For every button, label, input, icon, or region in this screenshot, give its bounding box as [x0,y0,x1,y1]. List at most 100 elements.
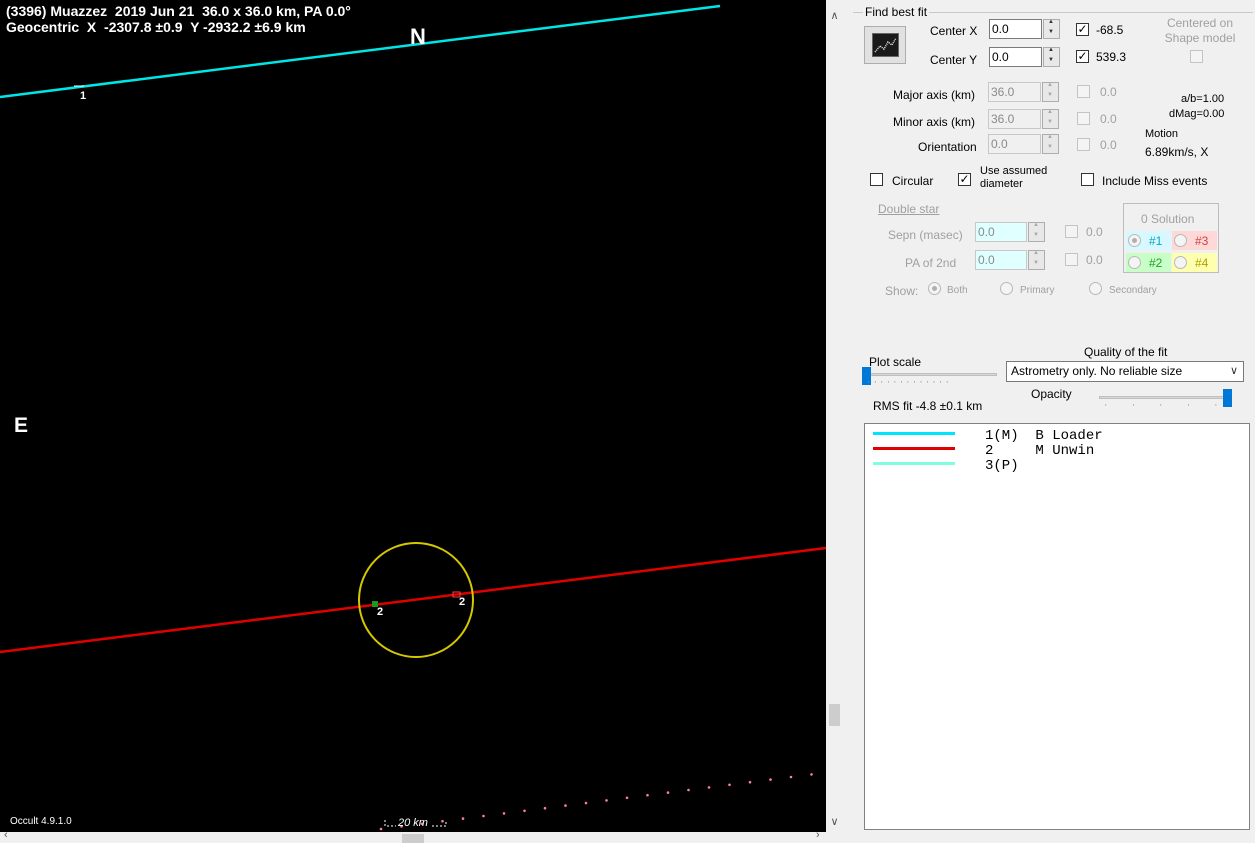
center-y-spinner[interactable] [1043,47,1060,67]
minor-axis-checkbox[interactable] [1077,112,1090,125]
plot-scale-label: Plot scale [869,355,922,369]
centered-on-shape-label: Centered on Shape model [1164,16,1236,45]
orientation-field[interactable]: 0.0 [988,134,1041,154]
centered-on-shape-checkbox[interactable] [1190,50,1203,63]
plot-title-line2: Geocentric X -2307.8 ±0.9 Y -2932.2 ±6.9… [6,19,306,35]
opacity-label: Opacity [1031,387,1072,401]
major-axis-field[interactable]: 36.0 [988,82,1041,102]
scale-bar-end [432,820,447,827]
sepn-checkbox[interactable] [1065,225,1078,238]
path-dot [584,801,588,805]
center-x-spinner[interactable] [1043,19,1060,39]
path-dot [564,804,567,807]
include-miss-label: Include Miss events [1102,174,1208,188]
fit-chart-icon [872,33,899,57]
legend-line-3 [873,462,955,465]
solution-2-option[interactable]: #2 [1126,253,1171,272]
dmag-value: dMag=0.00 [1169,108,1225,120]
minor-axis-field[interactable]: 36.0 [988,109,1041,129]
orientation-checkbox[interactable] [1077,138,1090,151]
quality-value: Astrometry only. No reliable size [1011,364,1183,378]
scale-bar [384,820,396,827]
path-dot [748,780,752,784]
scroll-thumb[interactable] [829,704,840,726]
show-both-radio[interactable] [928,282,941,295]
find-best-fit-button[interactable] [864,26,906,64]
path-dot [461,817,465,820]
center-y-field[interactable]: 0.0 [989,47,1042,67]
path-dot [666,791,670,794]
include-miss-checkbox[interactable] [1081,173,1094,186]
center-x-checkbox[interactable]: ✓ [1076,23,1089,36]
pa-2nd-field[interactable]: 0.0 [975,250,1027,270]
path-dot [707,786,711,789]
scroll-right-icon[interactable]: › [816,829,820,841]
show-secondary-radio[interactable] [1089,282,1102,295]
path-dot [605,799,608,802]
version-label: Occult 4.9.1.0 [10,816,72,827]
plot-scale-ticks: ''''''''''''' [868,380,953,389]
rms-fit-label: RMS fit -4.8 ±0.1 km [873,399,983,413]
solution-1-radio[interactable] [1128,234,1141,247]
center-x-field[interactable]: 0.0 [989,19,1042,39]
solution-3-label: #3 [1195,234,1209,248]
show-secondary-label: Secondary [1109,285,1157,296]
scroll-up-icon[interactable]: ∧ [826,8,843,25]
solution-1-label: #1 [1149,234,1163,248]
double-star-label: Double star [878,202,940,216]
circular-checkbox[interactable] [870,173,883,186]
plot-horizontal-scrollbar[interactable]: ‹ › [0,829,843,843]
quality-dropdown[interactable]: Astrometry only. No reliable size ∨ [1006,361,1244,382]
plot-scale-track[interactable] [867,373,997,376]
plot-vertical-scrollbar[interactable]: ∧ ∨ [826,0,843,832]
legend-line-2 [873,447,955,450]
east-label: E [14,414,29,437]
solution-4-radio[interactable] [1174,256,1187,269]
solution-1-option[interactable]: #1 [1126,231,1171,250]
major-axis-label: Major axis (km) [893,88,976,102]
scroll-left-icon[interactable]: ‹ [4,829,8,841]
solution-2-label: #2 [1149,256,1163,270]
motion-label: Motion [1145,128,1179,140]
sepn-field[interactable]: 0.0 [975,222,1027,242]
chord-1-label: 1 [80,90,87,102]
find-best-fit-label: Find best fit [863,5,930,19]
minor-axis-label: Minor axis (km) [893,115,976,129]
hscroll-thumb[interactable] [402,834,424,843]
sepn-label: Sepn (masec) [888,228,963,242]
pa-2nd-checkbox[interactable] [1065,253,1078,266]
sepn-check-value: 0.0 [1086,225,1103,239]
solution-2-radio[interactable] [1128,256,1141,269]
orientation-label: Orientation [918,140,977,154]
legend-line-1 [873,432,955,435]
circular-label: Circular [892,174,934,188]
use-assumed-diameter-checkbox[interactable]: ✓ [958,173,971,186]
chord-2-line [0,546,826,654]
legend-text-2: 2 M Unwin [985,443,1095,459]
solution-4-option[interactable]: #4 [1172,253,1217,272]
major-axis-spinner[interactable] [1042,82,1059,102]
occultation-plot[interactable]: (3396) Muazzez 2019 Jun 21 36.0 x 36.0 k… [0,0,826,832]
ab-ratio: a/b=1.00 [1181,93,1225,105]
path-dot [625,796,629,800]
minor-axis-spinner[interactable] [1042,109,1059,129]
show-primary-radio[interactable] [1000,282,1013,295]
motion-value: 6.89km/s, X [1145,145,1209,159]
chevron-down-icon: ∨ [1229,365,1238,377]
north-label: N [410,24,426,49]
opacity-track[interactable] [1099,396,1231,399]
solution-3-option[interactable]: #3 [1172,231,1217,250]
scroll-down-icon[interactable]: ∨ [826,814,843,831]
chord-2-label-disappear: 2 [377,606,384,618]
observer-legend[interactable]: 1(M) B Loader 2 M Unwin 3(P) [864,423,1250,830]
orientation-spinner[interactable] [1042,134,1059,154]
sepn-spinner[interactable] [1028,222,1045,242]
center-y-checkbox[interactable]: ✓ [1076,50,1089,63]
pa-2nd-check-value: 0.0 [1086,253,1103,267]
pa-2nd-spinner[interactable] [1028,250,1045,270]
path-dot [543,806,547,810]
solution-3-radio[interactable] [1174,234,1187,247]
major-axis-checkbox[interactable] [1077,85,1090,98]
center-y-label: Center Y [930,53,978,67]
path-dot [441,819,444,823]
